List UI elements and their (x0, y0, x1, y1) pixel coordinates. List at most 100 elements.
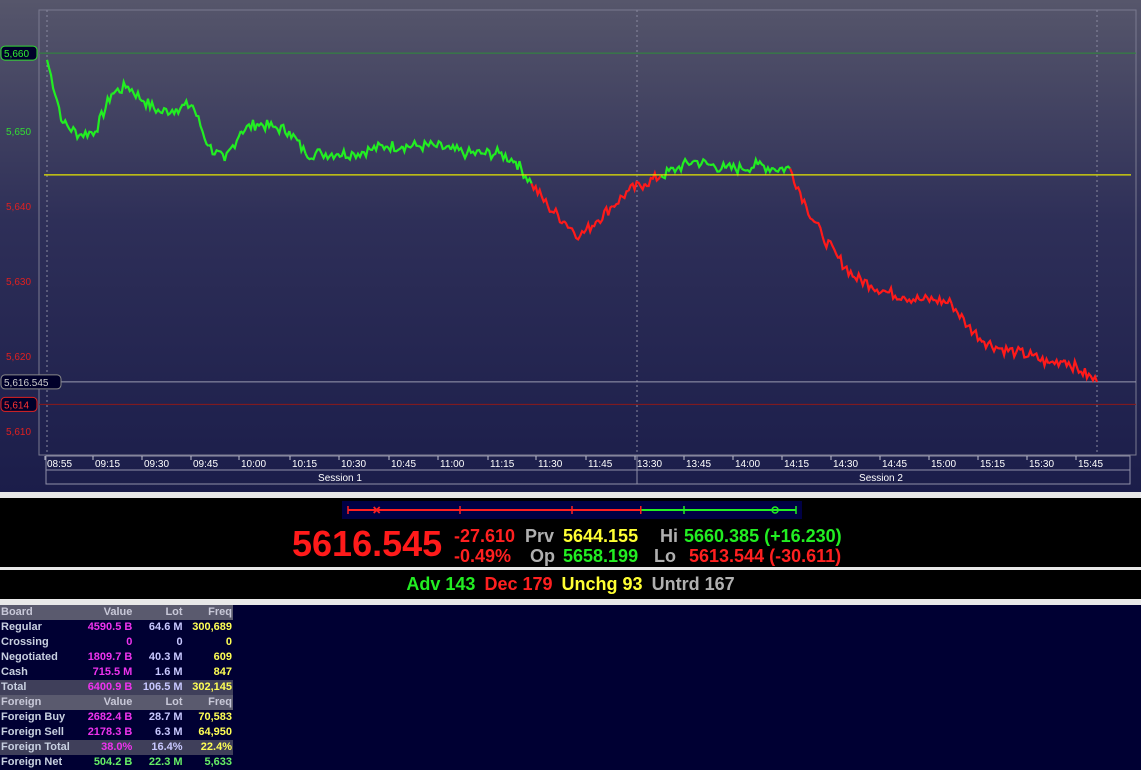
price-series-segment (465, 144, 484, 158)
last-value-label: 5,616.545 (4, 378, 49, 389)
price-series-segment (563, 220, 582, 241)
session-label: Session 2 (859, 473, 903, 484)
price-series-segment (1031, 351, 1050, 370)
price-series-segment (805, 205, 824, 237)
table-row: Foreign Net 504.2 B 22.3 M 5,633 (0, 755, 233, 770)
price-series-segment (756, 159, 775, 176)
table-header: Foreign Value Lot Freq (0, 695, 233, 710)
price-series-segment (934, 293, 953, 308)
table-row: Foreign Buy 2682.4 B 28.7 M 70,583 (0, 710, 233, 725)
x-tick-label: 11:00 (440, 459, 465, 470)
x-tick-label: 13:45 (686, 459, 711, 470)
price-series-segment (79, 128, 97, 141)
trading-summary-panel: Board Value Lot Freq Regular 4590.5 B 64… (0, 605, 1141, 770)
x-tick-label: 14:45 (882, 459, 907, 470)
y-tick-label: 5,610 (6, 427, 31, 438)
table-row: Crossing 0 0 0 (0, 635, 233, 650)
x-tick-label: 15:00 (931, 459, 956, 470)
price-series-segment (514, 160, 533, 185)
x-tick-label: 09:45 (193, 459, 218, 470)
price-series-segment (482, 144, 501, 162)
price-change-percent: -0.49% (454, 546, 512, 566)
price-series-segment (853, 270, 872, 294)
x-tick-label: 10:15 (292, 459, 317, 470)
price-series-segment (1000, 343, 1018, 361)
price-series-segment (709, 159, 727, 173)
x-tick-label: 10:00 (241, 459, 266, 470)
price-series-segment (45, 59, 65, 125)
price-series-segment (418, 138, 436, 154)
price-series-segment (821, 235, 840, 260)
intraday-index-chart[interactable]: 5,650 5,640 5,630 5,620 5,610 5,660 5,616.545 5… (0, 0, 1141, 492)
price-series-segment (1063, 356, 1082, 375)
x-tick-label: 10:45 (391, 459, 416, 470)
high-value-label: 5,660 (4, 49, 29, 60)
price-series-segment (159, 106, 178, 117)
price-series-segment (191, 104, 210, 147)
price-series-segment (1047, 357, 1066, 370)
price-series-segment (611, 189, 629, 209)
price-series-segment (449, 142, 469, 161)
advancers-count: Adv 143 (406, 574, 476, 594)
unchanged-count: Unchg 93 (561, 574, 643, 594)
y-tick-label: 5,620 (6, 352, 31, 363)
x-tick-label: 14:30 (833, 459, 858, 470)
y-tick-label: 5,650 (6, 127, 31, 138)
x-tick-label: 09:30 (144, 459, 169, 470)
open-label: Op (530, 546, 555, 566)
y-tick-label: 5,640 (6, 202, 31, 213)
price-series-segment (385, 141, 404, 155)
price-series-segment (837, 253, 856, 279)
high-value: 5660.385 (+16.230) (684, 526, 842, 546)
price-series-segment (401, 138, 419, 156)
separator (0, 567, 1141, 570)
decliners-count: Dec 179 (484, 574, 553, 594)
price-series-segment (1015, 344, 1034, 359)
table-row: Cash 715.5 M 1.6 M 847 (0, 665, 233, 680)
intraday-chart-panel[interactable]: 5,650 5,640 5,630 5,620 5,610 5,660 5,616.545 5… (0, 0, 1141, 492)
price-series-segment (126, 85, 144, 103)
x-tick-label: 11:45 (588, 459, 613, 470)
price-series-segment (370, 140, 388, 154)
low-value-label: 5,614 (4, 400, 29, 411)
open-value: 5658.199 (563, 546, 639, 566)
x-tick-label: 14:00 (735, 459, 760, 470)
day-range-bar (342, 501, 802, 519)
low-label: Lo (654, 546, 676, 566)
price-series-segment (789, 168, 808, 207)
last-price: 5616.545 (292, 523, 443, 564)
x-tick-label: 15:15 (980, 459, 1005, 470)
price-series-segment (660, 165, 678, 180)
session-label: Session 1 (318, 473, 362, 484)
price-series-segment (62, 118, 81, 142)
price-series-segment (352, 144, 371, 161)
x-tick-label: 15:30 (1029, 459, 1054, 470)
price-series-segment (320, 150, 339, 162)
price-series-segment (967, 323, 985, 344)
untraded-count: Untrd 167 (651, 574, 735, 594)
price-series-segment (1079, 368, 1099, 383)
price-change: -27.610 (454, 526, 516, 546)
market-breadth: Adv 143 Dec 179 Unchg 93 Untrd 167 (0, 571, 1141, 599)
table-row: Negotiated 1809.7 B 40.3 M 609 (0, 650, 233, 665)
x-tick-label: 08:55 (47, 459, 72, 470)
x-tick-label: 11:15 (490, 459, 515, 470)
price-series-segment (869, 284, 888, 296)
table-row: Regular 4590.5 B 64.6 M 300,689 (0, 620, 233, 635)
previous-label: Prv (525, 526, 555, 546)
board-summary-table: Board Value Lot Freq Regular 4590.5 B 64… (0, 605, 233, 770)
price-series-segment (579, 219, 598, 237)
price-series-segment (773, 165, 791, 175)
table-row-total: Total 6400.9 B 106.5 M 302,145 (0, 680, 233, 695)
price-series-segment (175, 97, 193, 117)
table-row: Foreign Sell 2178.3 B 6.3 M 64,950 (0, 725, 233, 740)
price-series-segment (142, 98, 161, 115)
y-tick-label: 5,630 (6, 277, 31, 288)
price-series-segment (676, 156, 695, 175)
price-series-segment (95, 93, 113, 134)
high-label: Hi (660, 526, 678, 546)
price-series-segment (546, 205, 565, 225)
price-series-segment (288, 130, 307, 155)
x-tick-label: 13:30 (637, 459, 662, 470)
table-row: Foreign Total 38.0% 16.4% 22.4% (0, 740, 233, 755)
